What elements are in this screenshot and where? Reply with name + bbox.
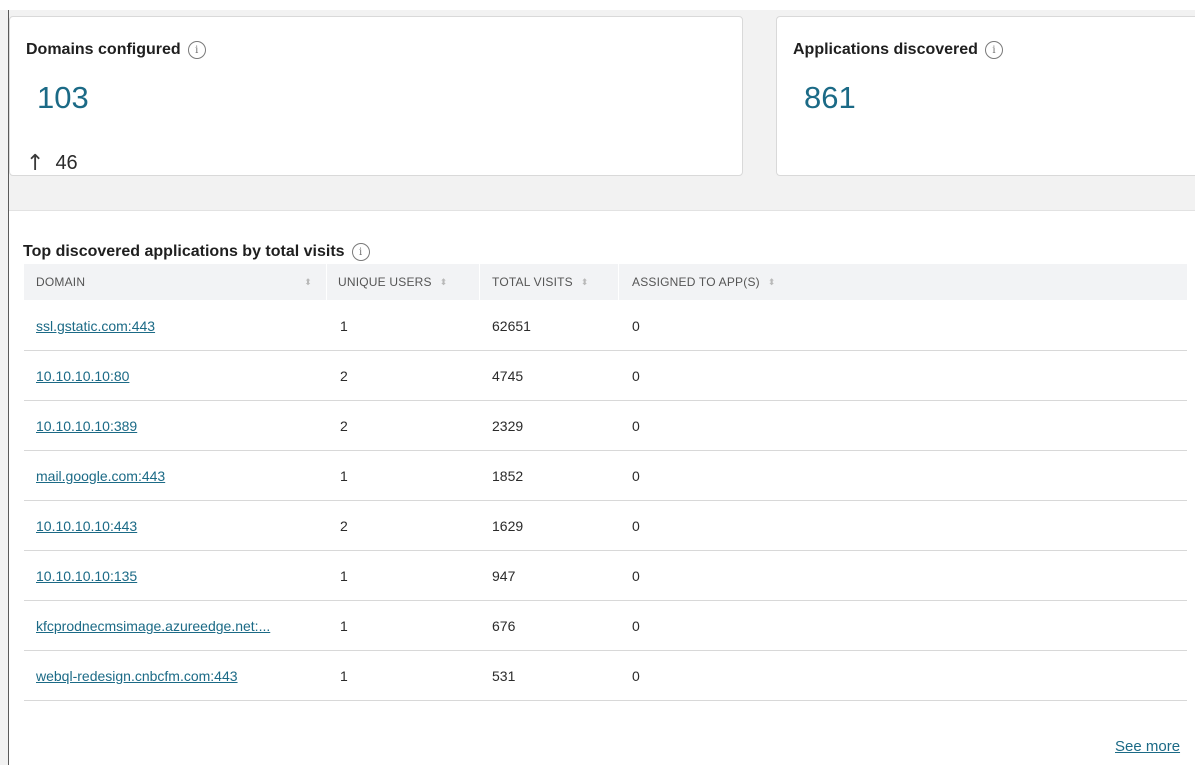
unique-users-cell: 2 (340, 368, 348, 384)
table-row: 10.10.10.10:80 2 4745 0 (24, 351, 1187, 401)
top-applications-panel: Top discovered applications by total vis… (9, 210, 1195, 765)
assigned-apps-cell: 0 (632, 368, 640, 384)
column-header-unique-users[interactable]: UNIQUE USERS ⬍ (338, 264, 448, 300)
applications-discovered-title-wrap: Applications discovered i (793, 41, 1003, 59)
table-row: 10.10.10.10:443 2 1629 0 (24, 501, 1187, 551)
total-visits-cell: 2329 (492, 418, 524, 434)
table-row: ssl.gstatic.com:443 1 62651 0 (24, 301, 1187, 351)
column-label-unique-users: UNIQUE USERS (338, 275, 432, 289)
unique-users-cell: 1 (340, 668, 348, 684)
assigned-apps-cell: 0 (632, 418, 640, 434)
see-more-link[interactable]: See more (1115, 738, 1180, 755)
total-visits-cell: 62651 (492, 318, 531, 334)
column-label-domain: DOMAIN (36, 275, 86, 289)
sort-icon[interactable]: ⬍ (581, 278, 589, 287)
table-header: DOMAIN ⬍ UNIQUE USERS ⬍ TOTAL VISITS ⬍ A… (24, 264, 1187, 300)
column-header-total-visits[interactable]: TOTAL VISITS ⬍ (492, 264, 589, 300)
domain-link[interactable]: webql-redesign.cnbcfm.com:443 (36, 668, 238, 684)
total-visits-cell: 947 (492, 568, 516, 584)
domain-link[interactable]: 10.10.10.10:135 (36, 568, 137, 584)
domains-configured-count: 103 (37, 80, 89, 115)
top-strip (0, 0, 1195, 10)
info-icon[interactable]: i (351, 243, 370, 261)
domains-configured-title-wrap: Domains configured i (26, 41, 206, 59)
column-header-domain[interactable]: DOMAIN ⬍ (36, 264, 326, 300)
unique-users-cell: 1 (340, 318, 348, 334)
domain-link[interactable]: mail.google.com:443 (36, 468, 165, 484)
domain-link[interactable]: 10.10.10.10:389 (36, 418, 137, 434)
sort-icon[interactable]: ⬍ (304, 278, 312, 287)
assigned-apps-cell: 0 (632, 518, 640, 534)
table-row: mail.google.com:443 1 1852 0 (24, 451, 1187, 501)
table-title: Top discovered applications by total vis… (23, 243, 345, 260)
table-title-wrap: Top discovered applications by total vis… (23, 243, 370, 261)
assigned-apps-cell: 0 (632, 318, 640, 334)
domain-link[interactable]: ssl.gstatic.com:443 (36, 318, 155, 334)
total-visits-cell: 676 (492, 618, 516, 634)
assigned-apps-cell: 0 (632, 568, 640, 584)
domain-link[interactable]: kfcprodnecmsimage.azureedge.net:... (36, 618, 270, 634)
domain-link[interactable]: 10.10.10.10:443 (36, 518, 137, 534)
arrow-up-icon: ↑ (26, 151, 45, 176)
table-row: webql-redesign.cnbcfm.com:443 1 531 0 (24, 651, 1187, 701)
sort-icon[interactable]: ⬍ (768, 278, 776, 287)
unique-users-cell: 2 (340, 418, 348, 434)
domain-link[interactable]: 10.10.10.10:80 (36, 368, 129, 384)
domains-configured-card: Domains configured i 103 ↑ 46 (9, 16, 743, 176)
domains-configured-title: Domains configured (26, 41, 181, 58)
total-visits-cell: 1629 (492, 518, 524, 534)
unique-users-cell: 1 (340, 468, 348, 484)
sort-icon[interactable]: ⬍ (440, 278, 448, 287)
domains-configured-delta: ↑ 46 (26, 151, 78, 176)
column-divider (618, 264, 619, 300)
domains-configured-delta-value: 46 (55, 152, 78, 174)
assigned-apps-cell: 0 (632, 468, 640, 484)
applications-discovered-title: Applications discovered (793, 41, 978, 58)
table-row: 10.10.10.10:389 2 2329 0 (24, 401, 1187, 451)
total-visits-cell: 4745 (492, 368, 524, 384)
info-icon[interactable]: i (187, 41, 206, 59)
column-label-total-visits: TOTAL VISITS (492, 275, 573, 289)
unique-users-cell: 1 (340, 618, 348, 634)
table-row: kfcprodnecmsimage.azureedge.net:... 1 67… (24, 601, 1187, 651)
applications-discovered-count: 861 (804, 80, 856, 115)
total-visits-cell: 531 (492, 668, 516, 684)
column-divider (326, 264, 327, 300)
unique-users-cell: 2 (340, 518, 348, 534)
applications-discovered-card: Applications discovered i 861 (776, 16, 1195, 176)
total-visits-cell: 1852 (492, 468, 524, 484)
table-row: 10.10.10.10:135 1 947 0 (24, 551, 1187, 601)
info-icon[interactable]: i (984, 41, 1003, 59)
unique-users-cell: 1 (340, 568, 348, 584)
dashboard-page: Domains configured i 103 ↑ 46 Applicatio… (0, 0, 1195, 765)
column-header-assigned[interactable]: ASSIGNED TO APP(S) ⬍ (632, 264, 776, 300)
assigned-apps-cell: 0 (632, 668, 640, 684)
column-label-assigned: ASSIGNED TO APP(S) (632, 275, 760, 289)
assigned-apps-cell: 0 (632, 618, 640, 634)
column-divider (479, 264, 480, 300)
